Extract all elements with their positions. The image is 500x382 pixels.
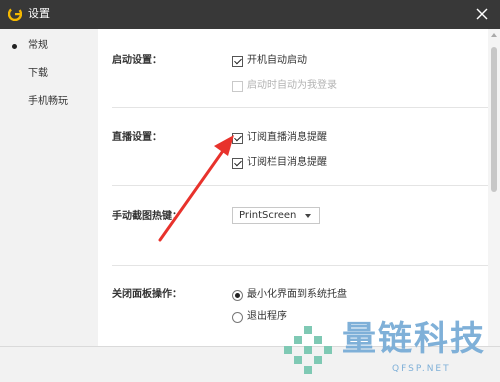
sidebar-item-label: 常规 — [28, 40, 48, 51]
auto-login-checkbox[interactable]: 启动时自动为我登录 — [232, 79, 337, 93]
radio-selected-icon — [232, 289, 243, 301]
chevron-down-icon — [305, 214, 311, 218]
section-divider — [112, 265, 488, 266]
sidebar-item-label: 下载 — [28, 68, 48, 79]
column-reminder-checkbox[interactable]: 订阅栏目消息提醒 — [232, 156, 327, 170]
sidebar-item-label: 手机畅玩 — [28, 96, 68, 107]
sidebar-item-general[interactable]: 常规 — [0, 35, 98, 57]
close-icon[interactable] — [474, 6, 490, 22]
auto-start-label: 开机自动启动 — [247, 55, 307, 66]
app-logo-icon — [8, 7, 22, 21]
scroll-up-icon[interactable] — [491, 33, 497, 37]
settings-content: 启动设置： 开机自动启动 启动时自动为我登录 直播设置： 订阅直播消息提醒 订阅… — [98, 29, 488, 346]
vertical-scrollbar[interactable] — [488, 29, 500, 346]
checkbox-checked-icon — [232, 132, 243, 144]
live-reminder-checkbox[interactable]: 订阅直播消息提醒 — [232, 131, 327, 145]
exit-program-radio[interactable]: 退出程序 — [232, 310, 287, 324]
checkbox-unchecked-icon — [232, 80, 243, 92]
minimize-to-tray-label: 最小化界面到系统托盘 — [247, 289, 347, 300]
watermark-subtext: QFSP.NET — [392, 364, 451, 374]
column-reminder-label: 订阅栏目消息提醒 — [247, 157, 327, 168]
scrollbar-thumb[interactable] — [491, 47, 497, 192]
checkbox-checked-icon — [232, 55, 243, 67]
screenshot-hotkey-label: 手动截图热键： — [112, 211, 182, 222]
window-title: 设置 — [28, 7, 50, 20]
hotkey-value: PrintScreen — [239, 210, 297, 221]
auto-login-label: 启动时自动为我登录 — [247, 80, 337, 91]
selected-bullet-icon — [12, 44, 17, 49]
section-divider — [112, 107, 488, 108]
sidebar: 常规 下载 手机畅玩 — [0, 29, 98, 346]
startup-settings-label: 启动设置： — [112, 55, 162, 66]
live-reminder-label: 订阅直播消息提醒 — [247, 132, 327, 143]
live-settings-label: 直播设置： — [112, 132, 162, 143]
section-divider — [112, 185, 488, 186]
sidebar-item-download[interactable]: 下载 — [0, 63, 98, 85]
title-bar: 设置 — [0, 0, 500, 29]
watermark-logo-icon — [284, 326, 332, 374]
auto-start-checkbox[interactable]: 开机自动启动 — [232, 54, 307, 68]
screenshot-hotkey-select[interactable]: PrintScreen — [232, 207, 320, 224]
watermark-text: 量链科技 — [342, 319, 486, 359]
checkbox-checked-icon — [232, 157, 243, 169]
sidebar-item-mobile-play[interactable]: 手机畅玩 — [0, 91, 98, 113]
radio-unselected-icon — [232, 311, 243, 323]
close-panel-label: 关闭面板操作： — [112, 289, 182, 300]
watermark: 量链科技 QFSP.NET — [280, 318, 500, 382]
minimize-to-tray-radio[interactable]: 最小化界面到系统托盘 — [232, 288, 347, 302]
